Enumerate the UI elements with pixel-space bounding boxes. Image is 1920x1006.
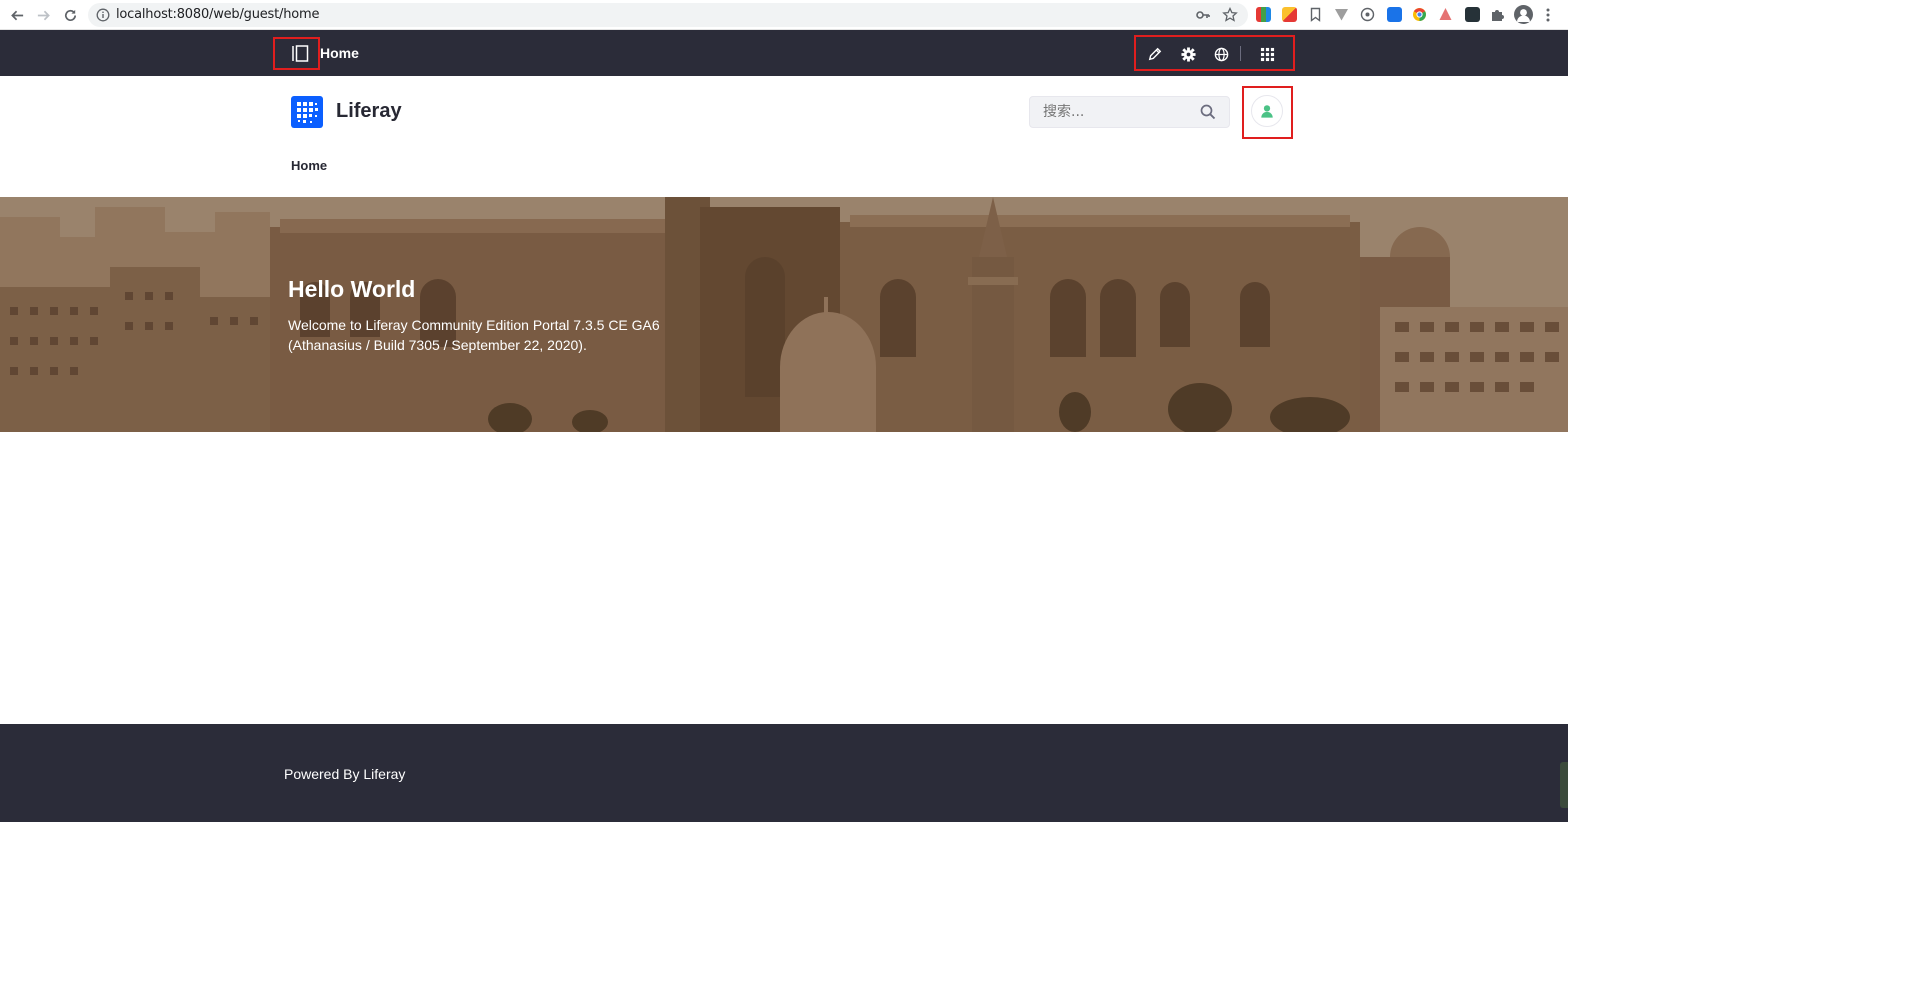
site-info-icon[interactable] [96,8,110,22]
extension-icon[interactable] [1465,7,1480,22]
user-icon [1261,105,1273,118]
configuration-button[interactable] [1180,46,1196,62]
browser-menu-icon[interactable] [1545,7,1551,23]
extension-icon[interactable] [1282,7,1297,22]
password-key-icon[interactable] [1196,8,1210,22]
site-logo[interactable] [291,96,323,128]
control-menu-separator [1240,46,1241,61]
browser-toolbar: localhost:8080/web/guest/home [0,0,1568,30]
forward-button[interactable] [33,5,53,25]
reload-icon [64,9,76,21]
bookmark-star-icon[interactable] [1222,7,1238,23]
back-button[interactable] [7,5,27,25]
chrome-extension-icon[interactable] [1412,7,1427,22]
extension-icon[interactable] [1256,7,1271,22]
reload-button[interactable] [60,5,80,25]
sign-in-avatar-button[interactable] [1251,95,1283,127]
simulation-button[interactable] [1213,46,1229,62]
bookmark-icon[interactable] [1308,7,1323,22]
address-bar[interactable]: localhost:8080/web/guest/home [88,3,1248,27]
extension-circle-icon[interactable] [1360,7,1375,22]
extension-icon[interactable] [1438,7,1453,22]
edit-icon [1148,47,1162,61]
banner-description: Welcome to Liferay Community Edition Por… [288,317,660,353]
control-menu [0,30,1568,76]
vue-devtools-icon[interactable] [1334,7,1349,22]
footer [0,724,1568,822]
banner-background-image [0,197,1568,432]
nav-item-home[interactable]: Home [291,158,327,173]
search-icon[interactable] [1200,104,1216,120]
extension-icon[interactable] [1387,7,1402,22]
banner-title: Hello World [288,276,416,302]
liferay-logo-icon [297,102,318,123]
site-name[interactable]: Liferay [336,100,402,123]
globe-icon [1214,47,1228,61]
footer-powered-by[interactable]: Powered By Liferay [284,766,405,782]
hero-banner [0,197,1568,432]
forward-arrow-icon [37,10,50,20]
url-text: localhost:8080/web/guest/home [116,7,320,22]
edit-button[interactable] [1147,46,1163,62]
gear-icon [1180,46,1196,62]
control-menu-title: Home [320,45,359,61]
profile-avatar[interactable] [1514,5,1533,24]
back-arrow-icon [10,10,23,20]
extensions-puzzle-icon[interactable] [1490,7,1505,22]
applications-menu-button[interactable] [1259,46,1275,62]
side-panel-tab[interactable] [1560,762,1568,808]
profile-icon [1517,9,1530,22]
product-menu-toggle-icon[interactable] [291,45,309,62]
apps-grid-icon [1260,47,1274,61]
